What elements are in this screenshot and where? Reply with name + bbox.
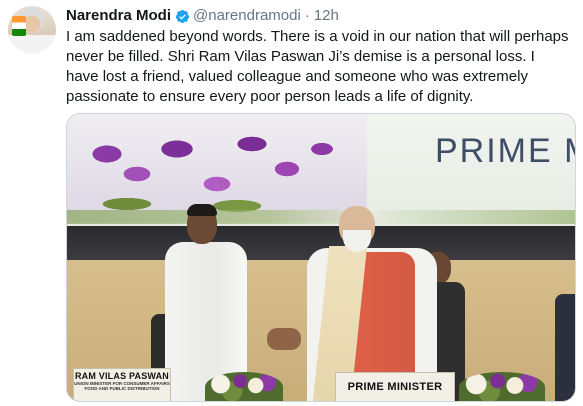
nameplate-left-title: RAM VILAS PASWAN — [74, 371, 170, 381]
tweet-photo[interactable]: PRIME MI RAM VILAS PASWAN UNION MINISTER… — [66, 113, 576, 402]
nameplate-left-subtitle-2: FOOD AND PUBLIC DISTRIBUTION — [84, 386, 160, 391]
flag-icon — [12, 16, 26, 36]
tweet-header: Narendra Modi @narendramodi · 12h — [66, 7, 339, 25]
nameplate-left: RAM VILAS PASWAN UNION MINISTER FOR CONS… — [73, 368, 171, 401]
author-avatar[interactable] — [8, 6, 56, 54]
author-handle[interactable]: @narendramodi — [193, 7, 301, 25]
person-left — [165, 204, 247, 401]
background-person — [555, 294, 575, 401]
author-name[interactable]: Narendra Modi — [66, 7, 171, 25]
flower-bouquet — [205, 372, 283, 401]
separator-dot: · — [304, 7, 310, 24]
verified-badge-icon — [175, 9, 190, 23]
nameplate-right-title: PRIME MINISTER — [347, 381, 443, 393]
tweet-timestamp[interactable]: 12h — [314, 7, 339, 25]
tweet-text: I am saddened beyond words. There is a v… — [66, 28, 569, 105]
flower-bouquet — [459, 372, 545, 401]
handshake — [267, 328, 301, 350]
banner-text: PRIME MI — [435, 132, 575, 170]
nameplate-right: PRIME MINISTER — [335, 372, 455, 401]
